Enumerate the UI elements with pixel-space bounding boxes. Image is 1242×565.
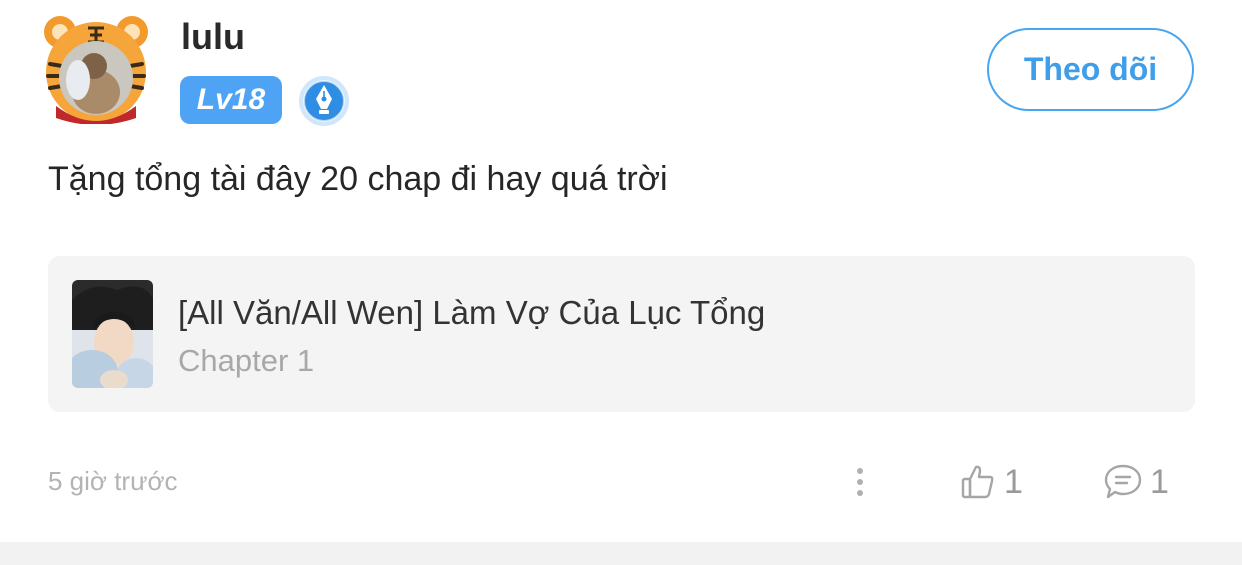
comment-count: 1 xyxy=(1150,462,1169,501)
post-text: Tặng tổng tài đây 20 chap đi hay quá trờ… xyxy=(48,160,668,198)
story-cover-image xyxy=(72,280,153,388)
username[interactable]: lulu xyxy=(181,16,245,58)
referenced-story-card[interactable]: [All Văn/All Wen] Làm Vợ Của Lục Tổng Ch… xyxy=(48,256,1195,412)
story-title: [All Văn/All Wen] Làm Vợ Của Lục Tổng xyxy=(178,294,766,331)
avatar[interactable] xyxy=(42,14,150,125)
story-chapter: Chapter 1 xyxy=(178,343,315,378)
more-options-button[interactable] xyxy=(845,462,875,502)
post-timestamp: 5 giờ trước xyxy=(48,466,178,496)
pen-nib-icon xyxy=(298,75,350,127)
follow-button[interactable]: Theo dõi xyxy=(987,28,1194,111)
section-divider xyxy=(0,542,1242,565)
like-count: 1 xyxy=(1004,462,1023,501)
comment-bubble-icon xyxy=(1104,464,1142,499)
like-button[interactable]: 1 xyxy=(958,458,1023,506)
thumbs-up-icon xyxy=(961,465,994,499)
comment-button[interactable]: 1 xyxy=(1102,458,1169,506)
level-badge: Lv18 xyxy=(180,76,282,124)
more-vertical-icon xyxy=(857,468,863,496)
